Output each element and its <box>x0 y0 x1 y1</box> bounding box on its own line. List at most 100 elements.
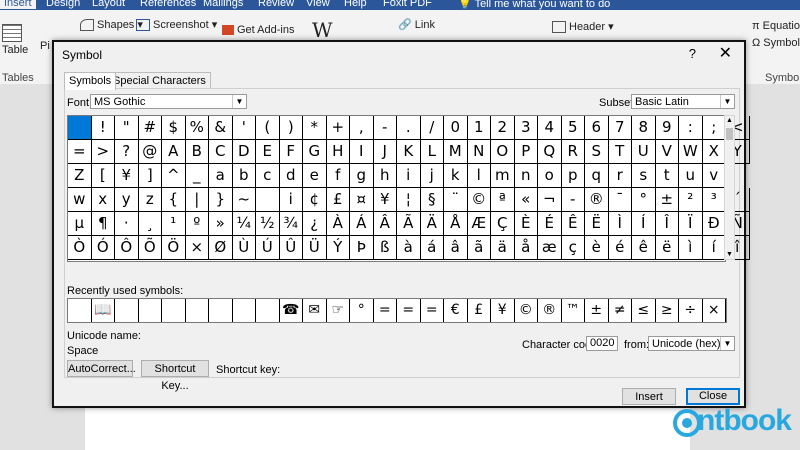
shapes-button[interactable]: Shapes ▾ <box>80 18 143 32</box>
symbol-cell[interactable]: Á <box>350 212 374 236</box>
symbol-cell[interactable]: º <box>185 212 209 236</box>
close-button[interactable]: Close <box>686 388 740 405</box>
symbol-cell[interactable]: B <box>185 140 209 164</box>
symbol-cell[interactable]: ¹ <box>162 212 186 236</box>
symbol-cell[interactable]: S <box>585 140 609 164</box>
recent-symbol-cell[interactable] <box>209 299 233 322</box>
symbol-cell[interactable]: ç <box>561 236 585 260</box>
symbol-cell[interactable]: [ <box>91 164 115 188</box>
symbol-cell[interactable]: E <box>256 140 280 164</box>
recent-symbol-cell[interactable]: ≠ <box>609 299 632 322</box>
symbol-cell[interactable]: ° <box>632 188 656 212</box>
symbol-cell[interactable]: Ï <box>679 212 703 236</box>
recent-symbol-cell[interactable] <box>186 299 209 322</box>
recent-symbol-cell[interactable] <box>115 299 139 322</box>
symbol-cell[interactable]: i <box>279 188 303 212</box>
tab-foxit-pdf[interactable]: Foxit PDF <box>383 0 432 9</box>
symbol-cell[interactable]: : <box>679 116 703 140</box>
shortcut-key-button[interactable]: Shortcut Key... <box>141 360 209 392</box>
symbol-cell[interactable]: z <box>138 188 162 212</box>
symbol-cell[interactable]: Æ <box>467 212 491 236</box>
symbol-cell[interactable]: ± <box>655 188 679 212</box>
tab-layout[interactable]: Layout <box>92 0 125 9</box>
recent-symbol-cell[interactable]: ™ <box>562 299 585 322</box>
symbol-cell[interactable]: Þ <box>350 236 374 260</box>
symbol-button[interactable]: Ω Symbol <box>752 37 800 49</box>
scroll-up-icon[interactable]: ▲ <box>725 117 734 124</box>
symbol-cell[interactable]: u <box>679 164 703 188</box>
symbol-cell[interactable]: x <box>91 188 115 212</box>
symbol-cell[interactable]: M <box>444 140 468 164</box>
symbol-cell[interactable]: y <box>115 188 139 212</box>
symbol-cell[interactable]: ® <box>585 188 609 212</box>
symbol-cell[interactable]: { <box>162 188 186 212</box>
symbol-cell[interactable]: å <box>514 236 538 260</box>
scroll-down-icon[interactable]: ▼ <box>725 251 734 258</box>
symbol-cell[interactable]: Ú <box>256 236 280 260</box>
symbol-cell[interactable]: F <box>279 140 303 164</box>
tab-help[interactable]: Help <box>344 0 367 9</box>
recent-symbol-cell[interactable] <box>233 299 256 322</box>
symbol-cell[interactable]: t <box>655 164 679 188</box>
recent-symbol-cell[interactable] <box>256 299 280 322</box>
symbol-cell[interactable]: ¤ <box>350 188 374 212</box>
symbol-cell[interactable]: 7 <box>608 116 632 140</box>
symbol-cell[interactable]: - <box>561 188 585 212</box>
symbol-cell[interactable]: ! <box>91 116 115 140</box>
symbol-cell[interactable]: ? <box>115 140 139 164</box>
symbol-cell[interactable]: ¼ <box>232 212 256 236</box>
recent-symbol-cell[interactable] <box>68 299 92 322</box>
symbol-cell[interactable]: ¶ <box>91 212 115 236</box>
symbol-cell[interactable]: J <box>373 140 397 164</box>
symbol-cell[interactable]: ê <box>632 236 656 260</box>
symbol-cell-selected[interactable] <box>68 116 92 140</box>
recent-symbol-cell[interactable]: ≥ <box>656 299 679 322</box>
recent-symbol-cell[interactable]: ☎ <box>280 299 303 322</box>
symbol-cell[interactable]: } <box>209 188 233 212</box>
symbol-cell[interactable]: 3 <box>514 116 538 140</box>
symbol-cell[interactable]: Q <box>538 140 562 164</box>
symbol-cell[interactable]: È <box>514 212 538 236</box>
symbol-cell[interactable]: á <box>420 236 444 260</box>
recent-symbol-cell[interactable]: ☞ <box>327 299 350 322</box>
symbol-cell[interactable]: w <box>68 188 92 212</box>
symbol-cell[interactable]: · <box>115 212 139 236</box>
symbol-cell[interactable]: p <box>561 164 585 188</box>
symbol-cell[interactable]: s <box>632 164 656 188</box>
help-button[interactable]: ? <box>689 46 696 61</box>
symbol-cell[interactable]: » <box>209 212 233 236</box>
symbol-cell[interactable]: ¯ <box>608 188 632 212</box>
font-select[interactable]: MS Gothic ▼ <box>90 94 247 109</box>
symbol-cell[interactable]: æ <box>538 236 562 260</box>
recent-symbol-cell[interactable]: ± <box>585 299 609 322</box>
equation-button[interactable]: π Equation <box>752 20 800 32</box>
symbol-cell[interactable]: . <box>397 116 421 140</box>
symbol-cell[interactable]: è <box>585 236 609 260</box>
symbol-cell[interactable]: × <box>185 236 209 260</box>
symbol-cell[interactable]: Ò <box>68 236 92 260</box>
symbol-cell[interactable]: b <box>232 164 256 188</box>
symbol-cell[interactable]: * <box>303 116 327 140</box>
recent-symbol-cell[interactable]: ¥ <box>491 299 515 322</box>
symbol-cell[interactable]: l <box>467 164 491 188</box>
symbol-cell[interactable]: Ä <box>420 212 444 236</box>
recent-symbol-cell[interactable]: ® <box>538 299 562 322</box>
symbol-cell[interactable]: Ø <box>209 236 233 260</box>
symbol-cell[interactable]: Ð <box>702 212 726 236</box>
symbol-cell[interactable]: " <box>115 116 139 140</box>
symbol-cell[interactable]: Ç <box>491 212 515 236</box>
symbol-cell[interactable]: / <box>420 116 444 140</box>
symbol-cell[interactable]: ( <box>256 116 280 140</box>
symbol-cell[interactable]: à <box>397 236 421 260</box>
symbol-cell[interactable]: W <box>679 140 703 164</box>
symbol-cell[interactable]: ^ <box>162 164 186 188</box>
symbol-cell[interactable]: V <box>655 140 679 164</box>
pictures-partial-label[interactable]: Pi <box>40 40 50 52</box>
symbol-cell[interactable]: â <box>444 236 468 260</box>
recent-symbol-cell[interactable]: = <box>374 299 397 322</box>
symbol-cell[interactable]: 1 <box>467 116 491 140</box>
recent-symbol-cell[interactable]: ° <box>350 299 374 322</box>
symbol-cell[interactable]: k <box>444 164 468 188</box>
subset-select[interactable]: Basic Latin ▼ <box>631 94 735 109</box>
character-code-input[interactable]: 0020 <box>586 336 618 351</box>
